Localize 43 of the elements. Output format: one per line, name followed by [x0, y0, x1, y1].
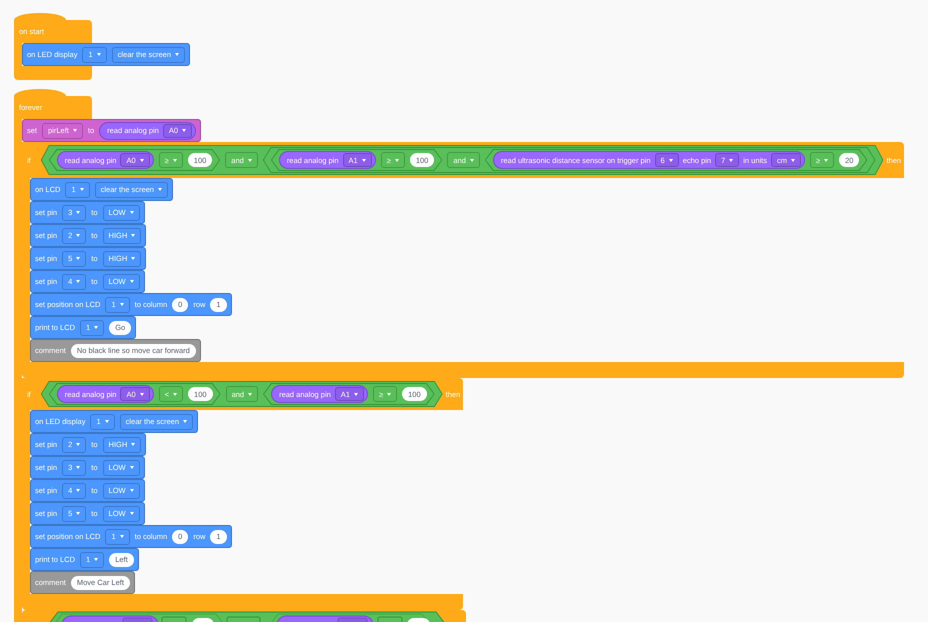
caret-icon: [76, 257, 80, 260]
caret-icon: [470, 158, 474, 162]
caret-icon: [104, 420, 109, 423]
caret-icon: [668, 158, 673, 162]
caret-icon: [175, 53, 179, 56]
caret-icon: [130, 512, 134, 515]
caret-icon: [140, 392, 144, 396]
caret-icon: [120, 535, 124, 538]
caret-icon: [131, 234, 136, 237]
caret-icon: [173, 392, 178, 396]
caret-icon: [76, 489, 80, 492]
caret-icon: [394, 158, 399, 162]
caret-icon: [172, 158, 177, 162]
caret-icon: [130, 466, 134, 469]
caret-icon: [387, 392, 392, 396]
caret-icon: [76, 211, 80, 214]
caret-icon: [183, 420, 187, 423]
caret-icon: [120, 303, 124, 306]
caret-icon: [96, 53, 101, 56]
caret-icon: [76, 512, 80, 515]
caret-icon: [158, 188, 162, 191]
caret-icon: [131, 257, 136, 260]
caret-icon: [140, 158, 144, 162]
caret-icon: [354, 392, 358, 396]
caret-icon: [824, 158, 828, 162]
caret-icon: [131, 443, 136, 446]
caret-icon: [94, 558, 98, 561]
caret-icon: [248, 392, 252, 396]
caret-icon: [76, 280, 80, 283]
caret-icon: [94, 326, 98, 329]
caret-icon: [729, 158, 734, 162]
caret-icon: [76, 234, 80, 237]
caret-icon: [791, 158, 796, 162]
caret-icon: [130, 489, 134, 492]
caret-icon: [80, 188, 84, 191]
caret-icon: [130, 280, 134, 283]
caret-icon: [362, 158, 366, 162]
caret-icon: [72, 129, 77, 132]
caret-icon: [76, 466, 80, 469]
caret-icon: [76, 443, 80, 446]
caret-icon: [130, 211, 134, 214]
caret-icon: [248, 158, 252, 162]
caret-icon: [182, 129, 186, 132]
